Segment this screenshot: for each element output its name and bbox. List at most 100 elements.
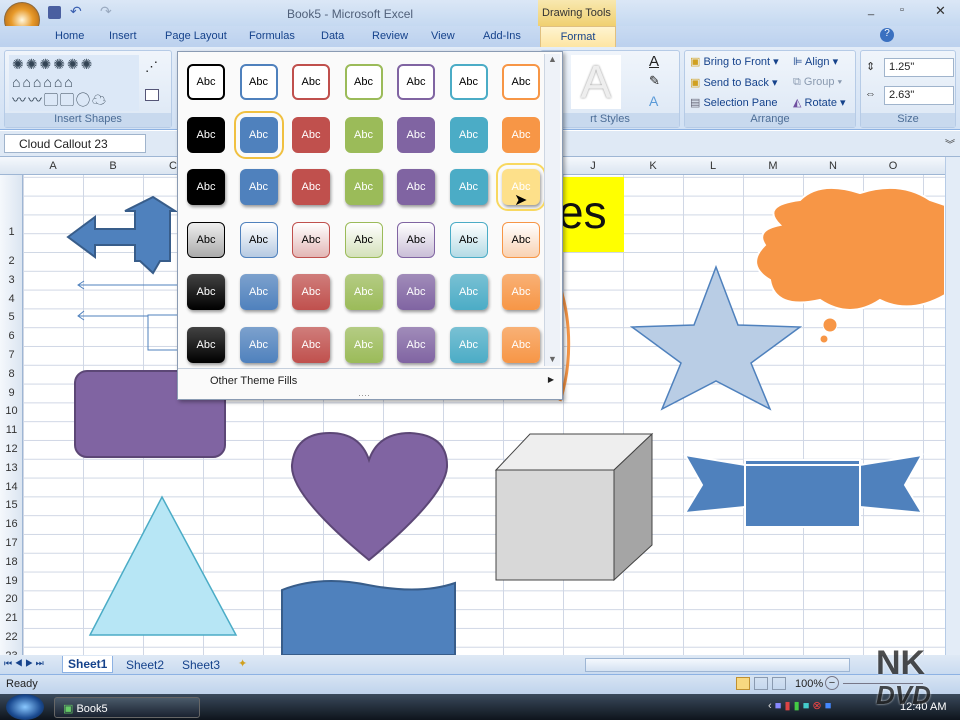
- sheet-nav-buttons[interactable]: ⏮ ◀ ▶ ⏭: [4, 658, 44, 669]
- tab-add-ins[interactable]: Add-Ins: [483, 30, 521, 42]
- column-header-M[interactable]: M: [743, 160, 803, 172]
- shape-height-input[interactable]: 1.25": [884, 58, 954, 77]
- tab-home[interactable]: Home: [55, 30, 84, 42]
- shape-style-option[interactable]: Abc: [344, 274, 383, 310]
- shapes-gallery[interactable]: ✺✺✺✺✺✺ ⌂⌂⌂⌂⌂⌂ 〰〰▢▢◯☁: [9, 55, 139, 111]
- column-header-O[interactable]: O: [863, 160, 923, 172]
- tab-view[interactable]: View: [431, 30, 455, 42]
- page-layout-view-button[interactable]: [754, 677, 768, 690]
- shape-style-option[interactable]: Abc: [239, 169, 278, 205]
- insert-sheet-icon[interactable]: ✦: [238, 657, 247, 670]
- edit-shape-icon[interactable]: ⋰: [145, 59, 158, 75]
- tab-review[interactable]: Review: [372, 30, 408, 42]
- column-header-J[interactable]: J: [563, 160, 623, 172]
- column-header-N[interactable]: N: [803, 160, 863, 172]
- close-button[interactable]: ✕: [935, 3, 946, 19]
- text-box-icon[interactable]: [145, 89, 159, 101]
- shape-width-input[interactable]: 2.63": [884, 86, 954, 105]
- text-fill-icon[interactable]: A: [649, 53, 659, 70]
- shape-style-option[interactable]: Abc: [187, 326, 225, 363]
- tab-page-layout[interactable]: Page Layout: [165, 30, 227, 42]
- shape-style-option[interactable]: Abc: [344, 221, 383, 258]
- shape-style-option[interactable]: Abc: [292, 116, 330, 153]
- expand-formula-bar-icon[interactable]: ︾: [945, 136, 955, 151]
- column-header-L[interactable]: L: [683, 160, 743, 172]
- shape-style-option[interactable]: Abc: [449, 64, 488, 100]
- minimize-button[interactable]: _: [868, 4, 874, 16]
- tab-formulas[interactable]: Formulas: [249, 30, 295, 42]
- shape-style-option[interactable]: Abc: [397, 326, 435, 363]
- shape-style-option[interactable]: Abc: [397, 274, 435, 310]
- shape-style-option[interactable]: Abc: [239, 64, 278, 100]
- other-theme-fills-menu-item[interactable]: Other Theme Fills ▶: [178, 372, 562, 392]
- redo-icon[interactable]: ↷: [100, 3, 112, 20]
- shape-style-option[interactable]: Abc: [239, 326, 278, 363]
- shape-style-option[interactable]: Abc: [292, 326, 330, 363]
- sheet-tab-sheet1[interactable]: Sheet1: [62, 656, 114, 673]
- shape-style-option[interactable]: Abc: [187, 274, 225, 310]
- shape-style-option[interactable]: Abc: [344, 64, 383, 100]
- shape-style-option[interactable]: Abc: [292, 274, 330, 310]
- shape-style-option[interactable]: Abc: [502, 274, 540, 310]
- resize-grip[interactable]: ····: [358, 390, 370, 400]
- shape-style-option[interactable]: Abc: [233, 110, 284, 159]
- column-header-B[interactable]: B: [83, 160, 143, 172]
- name-box[interactable]: Cloud Callout 23: [4, 134, 146, 153]
- zoom-out-button[interactable]: −: [825, 676, 839, 690]
- shape-style-option[interactable]: Abc: [449, 116, 488, 153]
- shape-style-option[interactable]: Abc: [397, 64, 435, 100]
- tab-insert[interactable]: Insert: [109, 30, 137, 42]
- shape-style-option[interactable]: Abc: [502, 116, 540, 153]
- shape-style-option[interactable]: Abc: [239, 221, 278, 258]
- shape-style-option[interactable]: Abc: [449, 326, 488, 363]
- undo-icon[interactable]: ↶: [70, 3, 82, 20]
- shape-style-option[interactable]: Abc: [292, 221, 330, 258]
- align-button[interactable]: ⊫ Align ▾: [793, 55, 838, 68]
- shape-style-option[interactable]: Abc: [187, 221, 225, 258]
- start-button[interactable]: [6, 694, 44, 720]
- shape-style-option[interactable]: Abc: [502, 326, 540, 363]
- group-button[interactable]: ⧉ Group ▾: [793, 76, 842, 89]
- shape-style-option[interactable]: Abc: [344, 326, 383, 363]
- shape-style-option[interactable]: Abc: [397, 169, 435, 205]
- tab-data[interactable]: Data: [321, 30, 344, 42]
- bring-to-front-button[interactable]: ▣ Bring to Front ▾: [690, 55, 779, 68]
- shape-style-option[interactable]: Abc: [397, 116, 435, 153]
- selection-pane-button[interactable]: ▤ Selection Pane: [690, 96, 777, 109]
- shape-style-option[interactable]: Abc: [449, 274, 488, 310]
- gallery-scrollbar[interactable]: ▲ ▼: [544, 54, 560, 366]
- shape-style-option[interactable]: Abc: [502, 221, 540, 258]
- shape-style-option[interactable]: Abc: [344, 116, 383, 153]
- shape-style-option[interactable]: Abc: [187, 169, 225, 205]
- wordart-style-a[interactable]: A: [571, 55, 621, 109]
- horizontal-scrollbar[interactable]: [585, 658, 850, 672]
- taskbar-item-book5[interactable]: ▣ Book5: [54, 697, 200, 718]
- rotate-button[interactable]: ◭ Rotate ▾: [793, 96, 846, 109]
- text-outline-icon[interactable]: ✎: [649, 73, 660, 89]
- normal-view-button[interactable]: [736, 677, 750, 690]
- restore-button[interactable]: ▫: [900, 4, 904, 16]
- shape-style-option[interactable]: Abc: [344, 169, 383, 205]
- save-icon[interactable]: [48, 6, 61, 19]
- page-break-view-button[interactable]: [772, 677, 786, 690]
- column-header-K[interactable]: K: [623, 160, 683, 172]
- shape-style-option[interactable]: Abc: [292, 169, 330, 205]
- sheet-tab-sheet3[interactable]: Sheet3: [182, 658, 220, 672]
- tab-format[interactable]: Format: [540, 26, 616, 48]
- send-to-back-button[interactable]: ▣ Send to Back ▾: [690, 76, 777, 89]
- system-tray-icons[interactable]: ‹ ■ ▮ ▮ ■ ⊗ ■: [768, 699, 831, 712]
- zoom-level[interactable]: 100%: [795, 678, 823, 690]
- sheet-tab-sheet2[interactable]: Sheet2: [126, 658, 164, 672]
- shape-style-option[interactable]: Abc: [239, 274, 278, 310]
- vertical-scrollbar[interactable]: [945, 157, 960, 657]
- text-effects-icon[interactable]: A: [649, 93, 658, 109]
- shape-style-option[interactable]: Abc: [502, 64, 540, 100]
- shape-style-option[interactable]: Abc: [292, 64, 330, 100]
- help-icon[interactable]: ?: [880, 28, 894, 42]
- shape-style-option[interactable]: Abc: [187, 116, 225, 153]
- shape-style-option[interactable]: Abc: [397, 221, 435, 258]
- shape-style-option[interactable]: Abc: [449, 221, 488, 258]
- shape-style-option[interactable]: Abc: [187, 64, 225, 100]
- column-header-A[interactable]: A: [23, 160, 83, 172]
- shape-style-option[interactable]: Abc: [449, 169, 488, 205]
